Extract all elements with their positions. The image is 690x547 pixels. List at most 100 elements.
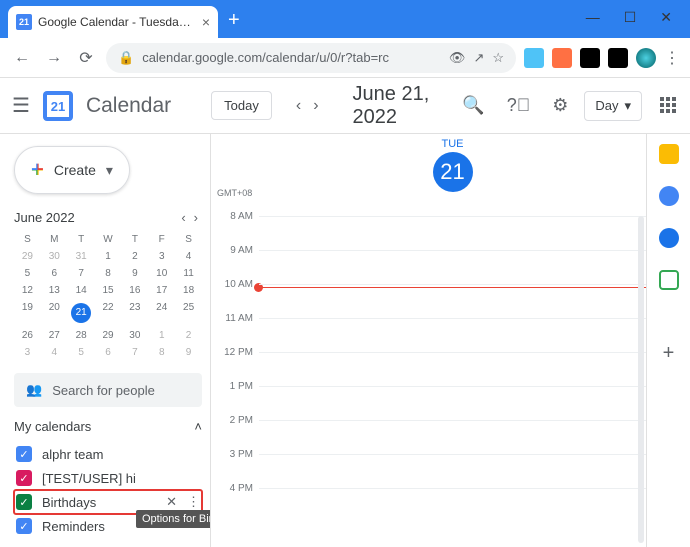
extension-icon[interactable] <box>524 48 544 68</box>
calendar-item[interactable]: ✓[TEST/USER] hi <box>14 466 202 490</box>
mini-cal-day[interactable]: 29 <box>95 327 122 344</box>
address-bar[interactable]: 🔒 calendar.google.com/calendar/u/0/r?tab… <box>106 43 516 73</box>
mini-cal-day[interactable]: 1 <box>148 327 175 344</box>
create-button[interactable]: + Create ▾ <box>14 146 130 194</box>
star-icon[interactable]: ☆ <box>492 50 504 66</box>
view-selector[interactable]: Day ▾ <box>584 91 642 121</box>
mini-cal-day[interactable]: 4 <box>41 344 68 361</box>
mini-cal-day[interactable]: 3 <box>148 248 175 265</box>
mini-cal-day[interactable]: 4 <box>175 248 202 265</box>
new-tab-button[interactable]: + <box>228 9 240 32</box>
mini-cal-day[interactable]: 7 <box>121 344 148 361</box>
mini-cal-day[interactable]: 5 <box>68 344 95 361</box>
calendar-checkbox[interactable]: ✓ <box>16 518 32 534</box>
mini-cal-day[interactable]: 14 <box>68 282 95 299</box>
calendar-item[interactable]: ✓Birthdays✕⋮Options for Birthdays <box>14 490 202 514</box>
extension-icon[interactable] <box>552 48 572 68</box>
today-button[interactable]: Today <box>211 91 272 120</box>
mini-cal-day[interactable]: 20 <box>41 299 68 327</box>
mini-cal-next[interactable]: › <box>194 210 198 225</box>
browser-tab[interactable]: 21 Google Calendar - Tuesday, June × <box>8 6 218 38</box>
mini-cal-day[interactable]: 2 <box>121 248 148 265</box>
prev-period-button[interactable]: ‹ <box>296 97 301 115</box>
tasks-icon[interactable] <box>659 186 679 206</box>
kebab-icon[interactable]: ⋮ <box>664 48 680 68</box>
apps-icon[interactable] <box>660 97 678 115</box>
hour-slot[interactable]: 1 PM <box>259 386 646 420</box>
contacts-icon[interactable] <box>659 228 679 248</box>
mini-cal-day[interactable]: 15 <box>95 282 122 299</box>
hour-slot[interactable]: 9 AM <box>259 250 646 284</box>
close-icon[interactable]: × <box>202 14 210 30</box>
mini-cal-day[interactable]: 13 <box>41 282 68 299</box>
reload-button[interactable]: ⟳ <box>74 48 98 68</box>
eye-icon[interactable]: 👁 <box>449 50 466 66</box>
calendar-checkbox[interactable]: ✓ <box>16 470 32 486</box>
calendar-checkbox[interactable]: ✓ <box>16 446 32 462</box>
help-icon[interactable]: ?⃝ <box>507 95 531 116</box>
remove-calendar-icon[interactable]: ✕ <box>166 494 177 510</box>
mini-cal-day[interactable]: 9 <box>121 265 148 282</box>
mini-cal-day[interactable]: 23 <box>121 299 148 327</box>
mini-cal-day[interactable]: 22 <box>95 299 122 327</box>
mini-cal-day[interactable]: 9 <box>175 344 202 361</box>
mini-cal-day[interactable]: 17 <box>148 282 175 299</box>
hour-slot[interactable]: 2 PM <box>259 420 646 454</box>
keep-icon[interactable] <box>659 144 679 164</box>
back-button[interactable]: ← <box>10 49 34 67</box>
scrollbar[interactable] <box>638 216 644 543</box>
hour-slot[interactable]: 8 AM <box>259 216 646 250</box>
mini-cal-day[interactable]: 27 <box>41 327 68 344</box>
mini-cal-day[interactable]: 3 <box>14 344 41 361</box>
my-calendars-toggle[interactable]: My calendars ˄ <box>14 419 202 434</box>
extension-icon[interactable] <box>608 48 628 68</box>
mini-cal-day[interactable]: 29 <box>14 248 41 265</box>
mini-cal-day[interactable]: 8 <box>95 265 122 282</box>
mini-cal-day[interactable]: 7 <box>68 265 95 282</box>
minimize-icon[interactable]: — <box>586 9 600 26</box>
close-window-icon[interactable]: ✕ <box>660 9 672 26</box>
calendar-item[interactable]: ✓alphr team <box>14 442 202 466</box>
share-icon[interactable]: ↗ <box>473 50 484 66</box>
mini-cal-day[interactable]: 1 <box>95 248 122 265</box>
mini-cal-day[interactable]: 19 <box>14 299 41 327</box>
mini-cal-day[interactable]: 16 <box>121 282 148 299</box>
next-period-button[interactable]: › <box>313 97 318 115</box>
forward-button[interactable]: → <box>42 49 66 67</box>
gear-icon[interactable]: ⚙ <box>552 95 568 116</box>
mini-cal-day[interactable]: 30 <box>41 248 68 265</box>
hour-slot[interactable]: 11 AM <box>259 318 646 352</box>
mini-cal-day[interactable]: 26 <box>14 327 41 344</box>
mini-cal-day[interactable]: 10 <box>148 265 175 282</box>
mini-cal-day[interactable]: 11 <box>175 265 202 282</box>
profile-icon[interactable] <box>636 48 656 68</box>
hour-slot[interactable]: 12 PM <box>259 352 646 386</box>
mini-cal-day[interactable]: 6 <box>95 344 122 361</box>
mini-cal-day[interactable]: 6 <box>41 265 68 282</box>
maximize-icon[interactable]: ☐ <box>624 9 637 26</box>
maps-icon[interactable] <box>659 270 679 290</box>
search-people-input[interactable]: 👥 Search for people <box>14 373 202 407</box>
mini-cal-day[interactable]: 24 <box>148 299 175 327</box>
hour-slot[interactable]: 3 PM <box>259 454 646 488</box>
menu-icon[interactable]: ☰ <box>12 93 30 118</box>
mini-cal-prev[interactable]: ‹ <box>181 210 185 225</box>
hour-slot[interactable]: 10 AM <box>259 284 646 318</box>
mini-cal-day[interactable]: 5 <box>14 265 41 282</box>
mini-cal-day[interactable]: 28 <box>68 327 95 344</box>
add-panel-icon[interactable]: + <box>663 342 675 365</box>
hour-slot[interactable]: 4 PM <box>259 488 646 522</box>
mini-cal-day[interactable]: 18 <box>175 282 202 299</box>
calendar-checkbox[interactable]: ✓ <box>16 494 32 510</box>
mini-cal-day[interactable]: 2 <box>175 327 202 344</box>
calendar-item[interactable]: ✓Reminders <box>14 514 202 538</box>
mini-cal-day[interactable]: 12 <box>14 282 41 299</box>
mini-cal-day[interactable]: 25 <box>175 299 202 327</box>
extension-icon[interactable] <box>580 48 600 68</box>
search-icon[interactable]: 🔍 <box>462 95 484 116</box>
mini-cal-day[interactable]: 8 <box>148 344 175 361</box>
day-header[interactable]: TUE 21 <box>259 134 646 202</box>
mini-cal-day[interactable]: 31 <box>68 248 95 265</box>
hour-grid[interactable]: 8 AM9 AM10 AM11 AM12 PM1 PM2 PM3 PM4 PM <box>259 216 646 547</box>
mini-cal-day[interactable]: 30 <box>121 327 148 344</box>
